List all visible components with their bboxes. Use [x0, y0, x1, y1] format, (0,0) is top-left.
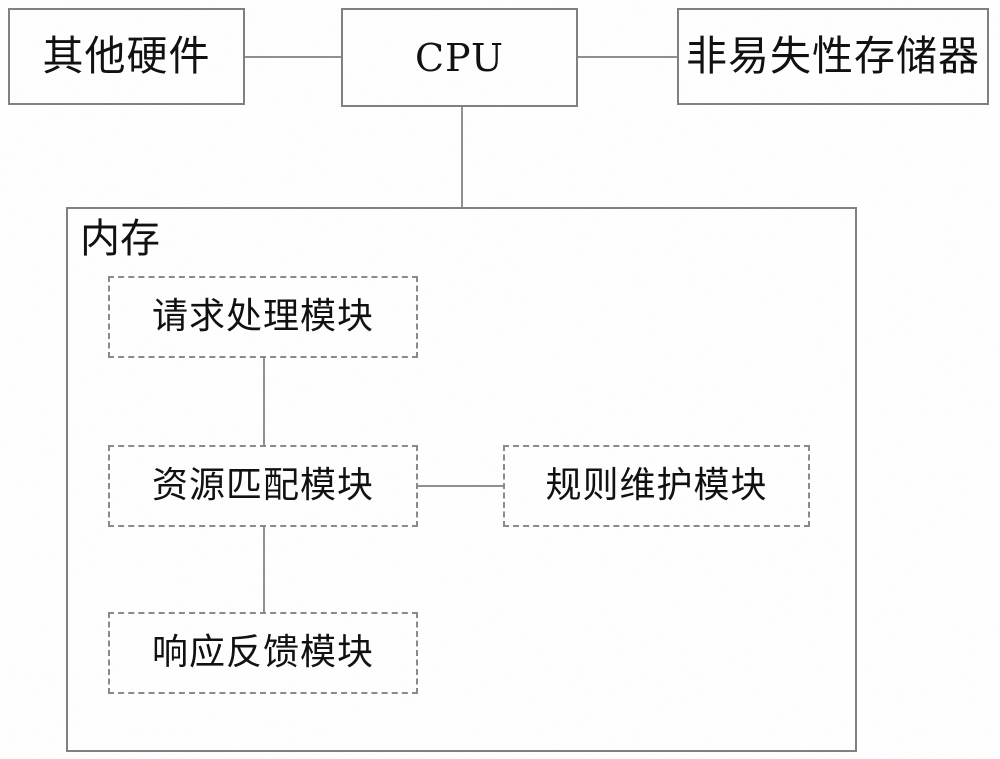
node-other-hardware: 其他硬件: [8, 8, 245, 105]
node-nonvolatile-storage: 非易失性存储器: [677, 8, 989, 105]
node-cpu-label: CPU: [414, 35, 504, 80]
node-cpu: CPU: [341, 8, 578, 107]
node-other-hardware-label: 其他硬件: [42, 32, 211, 80]
node-response-feedback-module-label: 响应反馈模块: [151, 632, 374, 673]
connector-resource-to-rule: [418, 485, 503, 487]
connector-request-to-resource: [263, 358, 265, 445]
connector-resource-to-response: [263, 527, 265, 612]
node-resource-matching-module: 资源匹配模块: [108, 445, 418, 527]
node-memory-label: 内存: [80, 216, 160, 262]
diagram-canvas: 其他硬件 CPU 非易失性存储器 内存 请求处理模块 资源匹配模块 响应反馈模块…: [0, 0, 1000, 759]
node-request-processing-module-label: 请求处理模块: [151, 296, 374, 337]
node-nonvolatile-storage-label: 非易失性存储器: [686, 32, 980, 80]
connector-cpu-to-nonvolatile-storage: [578, 56, 677, 58]
node-rule-maintenance-module: 规则维护模块: [503, 445, 810, 527]
node-rule-maintenance-module-label: 规则维护模块: [545, 465, 768, 506]
node-request-processing-module: 请求处理模块: [108, 276, 418, 358]
connector-other-hardware-to-cpu: [245, 56, 341, 58]
connector-cpu-to-memory: [461, 107, 463, 207]
node-resource-matching-module-label: 资源匹配模块: [151, 465, 374, 506]
node-response-feedback-module: 响应反馈模块: [108, 612, 418, 694]
